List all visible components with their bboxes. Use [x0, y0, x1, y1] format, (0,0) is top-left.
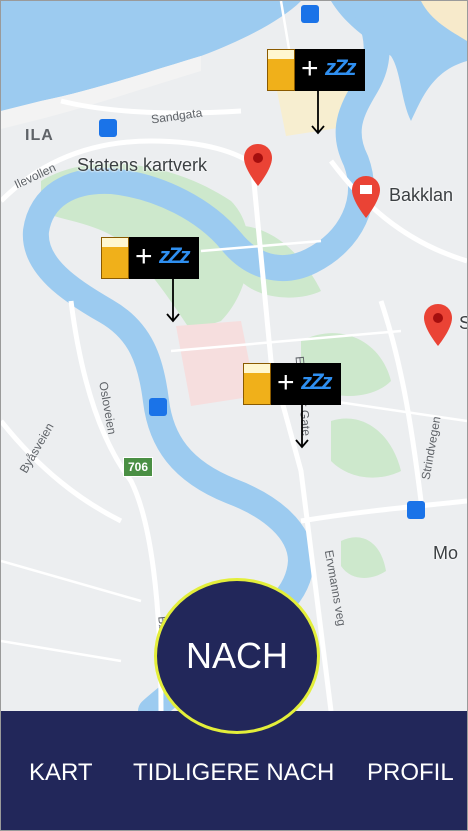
plus-icon: + [277, 366, 295, 399]
plus-icon: + [301, 52, 319, 85]
place-label[interactable]: Mo [433, 543, 458, 564]
arrow-down-icon [311, 91, 325, 135]
sleep-zzz-icon: zZz [301, 369, 332, 394]
arrow-down-icon [295, 405, 309, 449]
place-label[interactable]: Statens kartverk [77, 155, 207, 176]
tab-profil[interactable]: PROFIL [367, 759, 454, 787]
place-label[interactable]: Bakklan [389, 185, 453, 206]
sleep-zzz-icon: zZz [159, 243, 190, 268]
place-label[interactable]: S [459, 313, 467, 334]
beer-sleep-marker[interactable]: + zZz [267, 49, 367, 139]
tab-tidligere-nach[interactable]: TIDLIGERE NACH [133, 759, 334, 787]
sleep-zzz-icon: zZz [325, 55, 356, 80]
road-shield: 706 [123, 457, 154, 477]
nach-button[interactable]: NACH [154, 578, 320, 734]
plus-icon: + [135, 240, 153, 273]
beer-icon [243, 363, 271, 405]
location-pin-icon[interactable] [243, 143, 273, 187]
beer-icon [101, 237, 129, 279]
arrow-down-icon [166, 279, 180, 323]
restaurant-pin-icon[interactable] [351, 175, 381, 219]
beer-icon [267, 49, 295, 91]
app-frame: ILA Sandgata Ilevollen Osloveien Byåsvei… [0, 0, 468, 831]
tab-kart[interactable]: KART [29, 759, 93, 787]
district-label: ILA [25, 127, 54, 144]
location-pin-icon[interactable] [423, 303, 453, 347]
beer-sleep-marker[interactable]: + zZz [101, 237, 201, 327]
beer-sleep-marker[interactable]: + zZz [243, 363, 343, 453]
